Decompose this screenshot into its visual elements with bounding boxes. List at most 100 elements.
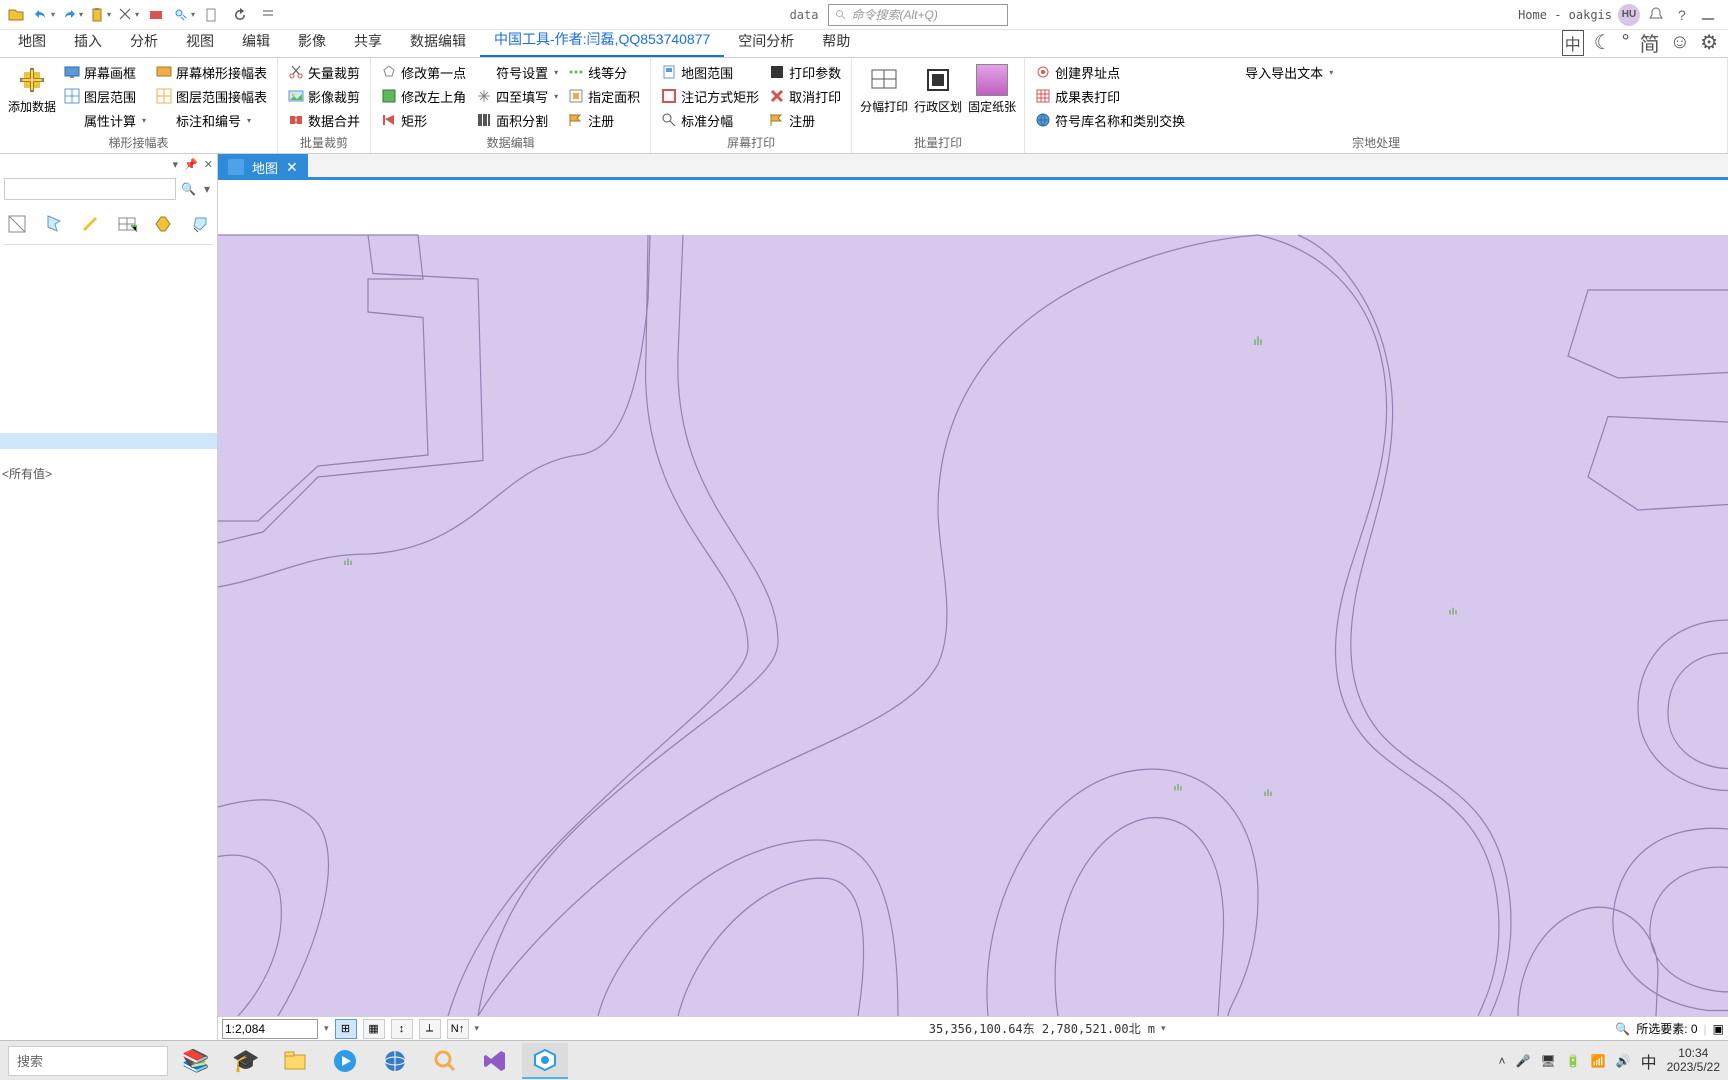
map-tab-close-icon[interactable]: ✕	[286, 159, 298, 176]
redo-btn[interactable]: ▾	[60, 3, 84, 27]
grid-icon[interactable]: ▦	[363, 1019, 385, 1039]
tray-mic-icon[interactable]: 🎤	[1516, 1054, 1531, 1068]
taskbar-search-app-icon[interactable]	[422, 1043, 468, 1079]
taskbar-hat-icon[interactable]: 🎓	[222, 1043, 268, 1079]
snapping-icon[interactable]: ⊞	[335, 1019, 357, 1039]
tab-spatial[interactable]: 空间分析	[724, 25, 808, 57]
refresh-btn[interactable]	[228, 3, 252, 27]
import-export-button[interactable]: 导入导出文本▾	[1221, 60, 1337, 84]
toc-row[interactable]	[0, 289, 217, 305]
tab-help[interactable]: 帮助	[808, 25, 864, 57]
tray-battery-icon[interactable]: 🔋	[1566, 1054, 1581, 1068]
taskbar-player-icon[interactable]	[322, 1043, 368, 1079]
tab-share[interactable]: 共享	[340, 25, 396, 57]
slide-btn[interactable]	[144, 3, 168, 27]
scale-input[interactable]	[222, 1019, 318, 1039]
toc-row[interactable]	[0, 321, 217, 337]
undo-btn[interactable]: ▾	[32, 3, 56, 27]
layer-extent-grid-button[interactable]: 图层范围接幅表	[152, 84, 271, 108]
area-specify-button[interactable]: 指定面积	[564, 84, 644, 108]
label-number-button[interactable]: 标注和编号▾	[152, 108, 271, 132]
toc-row[interactable]	[0, 449, 217, 465]
note-rect-button[interactable]: 注记方式矩形	[657, 84, 763, 108]
mod-upper-left-button[interactable]: 修改左上角	[377, 84, 470, 108]
tab-chinatools[interactable]: 中国工具-作者:闫磊,QQ853740877	[480, 23, 724, 57]
list-by-drawing-icon[interactable]	[4, 210, 31, 238]
admin-print-button[interactable]: 行政区划	[912, 60, 964, 119]
minimize-icon[interactable]	[1698, 5, 1718, 25]
toc-row-selected[interactable]	[0, 433, 217, 449]
tab-analysis[interactable]: 分析	[116, 25, 172, 57]
annotate-button[interactable]: 注册	[564, 108, 644, 132]
four-fill-button[interactable]: 四至填写▾	[472, 84, 562, 108]
contents-search-icon[interactable]: 🔍	[178, 182, 199, 196]
list-by-source-icon[interactable]	[41, 210, 68, 238]
toc-row[interactable]	[0, 273, 217, 289]
map-canvas[interactable]	[218, 180, 1728, 1016]
trapezoid-grid-button[interactable]: 屏幕梯形接幅表	[152, 60, 271, 84]
coords-dropdown-icon[interactable]: ▾	[1161, 1023, 1166, 1034]
dynamic-constraints-icon[interactable]: ↕	[391, 1019, 413, 1039]
list-by-snapping-icon[interactable]	[150, 210, 177, 238]
lang-icon[interactable]: 中	[1562, 30, 1584, 56]
tab-map[interactable]: 地图	[4, 25, 60, 57]
toc-row[interactable]	[0, 257, 217, 273]
attr-calc-button[interactable]: 属性计算▾	[60, 108, 150, 132]
tray-wifi-icon[interactable]: 📶	[1591, 1054, 1606, 1068]
taskbar-search[interactable]: 搜索	[8, 1046, 168, 1076]
image-clip-button[interactable]: 影像裁剪	[284, 84, 364, 108]
tab-view[interactable]: 视图	[172, 25, 228, 57]
bell-icon[interactable]	[1646, 5, 1666, 25]
std-frame-button[interactable]: 标准分幅	[657, 108, 763, 132]
toc-row[interactable]	[0, 385, 217, 401]
qat-customize[interactable]	[256, 3, 280, 27]
taskbar-arcgis-icon[interactable]	[522, 1043, 568, 1079]
symbol-exchange-button[interactable]: 符号库名称和类别交换	[1031, 108, 1189, 132]
contents-search-input[interactable]	[4, 178, 176, 200]
tray-ime-icon[interactable]: 中	[1641, 1049, 1657, 1073]
cut-btn[interactable]: ▾	[116, 3, 140, 27]
help-icon[interactable]: ?	[1672, 5, 1692, 25]
simp-icon[interactable]: 简	[1640, 28, 1660, 57]
inference-icon[interactable]: ⟂	[419, 1019, 441, 1039]
taskbar-explorer-icon[interactable]	[272, 1043, 318, 1079]
toc-row[interactable]	[0, 337, 217, 353]
list-by-labeling-icon[interactable]	[187, 210, 214, 238]
fixed-paper-button[interactable]: 固定纸张	[966, 60, 1018, 119]
paste-btn[interactable]: ▾	[88, 3, 112, 27]
pane-pin-icon[interactable]: 📌	[184, 158, 198, 171]
tray-chevron-icon[interactable]: ˄	[1499, 1054, 1506, 1068]
tab-dataedit[interactable]: 数据编辑	[396, 25, 480, 57]
toc-all-values[interactable]: <所有值>	[0, 465, 217, 481]
status-dropdown-icon[interactable]: ▾	[475, 1023, 480, 1034]
toc-row[interactable]	[0, 417, 217, 433]
vector-clip-button[interactable]: 矢量裁剪	[284, 60, 364, 84]
list-by-selection-icon[interactable]	[77, 210, 104, 238]
user-avatar[interactable]: HU	[1618, 4, 1640, 26]
line-equal-button[interactable]: 线等分	[564, 60, 644, 84]
print-params-button[interactable]: 打印参数	[765, 60, 845, 84]
explore-btn[interactable]: ▾	[172, 3, 196, 27]
layer-extent-button[interactable]: 图层范围	[60, 84, 150, 108]
tray-clock[interactable]: 10:34 2023/5/22	[1667, 1047, 1720, 1073]
toc-tree[interactable]: <所有值>	[0, 245, 217, 1040]
gear-icon[interactable]: ⚙	[1700, 30, 1718, 55]
screen-frame-button[interactable]: 屏幕画框	[60, 60, 150, 84]
toc-row[interactable]	[0, 369, 217, 385]
map-view-tab[interactable]: 地图 ✕	[218, 154, 308, 180]
taskbar-books-icon[interactable]: 📚	[172, 1043, 218, 1079]
split-print-button[interactable]: 分幅打印	[858, 60, 910, 119]
catalog-toggle-icon[interactable]: ▣	[1713, 1022, 1724, 1036]
open-btn[interactable]	[4, 3, 28, 27]
list-by-editing-icon[interactable]	[114, 210, 141, 238]
add-data-button[interactable]: 添加数据	[6, 60, 58, 119]
rectangle-button[interactable]: 矩形	[377, 108, 470, 132]
contents-search-dd[interactable]: ▾	[201, 182, 213, 196]
smile-icon[interactable]: ☺	[1670, 31, 1690, 54]
tray-display-icon[interactable]: 🖥	[1541, 1054, 1556, 1068]
cancel-print-button[interactable]: 取消打印	[765, 84, 845, 108]
mod-first-pt-button[interactable]: 修改第一点	[377, 60, 470, 84]
tab-insert[interactable]: 插入	[60, 25, 116, 57]
data-merge-button[interactable]: 数据合并	[284, 108, 364, 132]
toc-row[interactable]	[0, 401, 217, 417]
